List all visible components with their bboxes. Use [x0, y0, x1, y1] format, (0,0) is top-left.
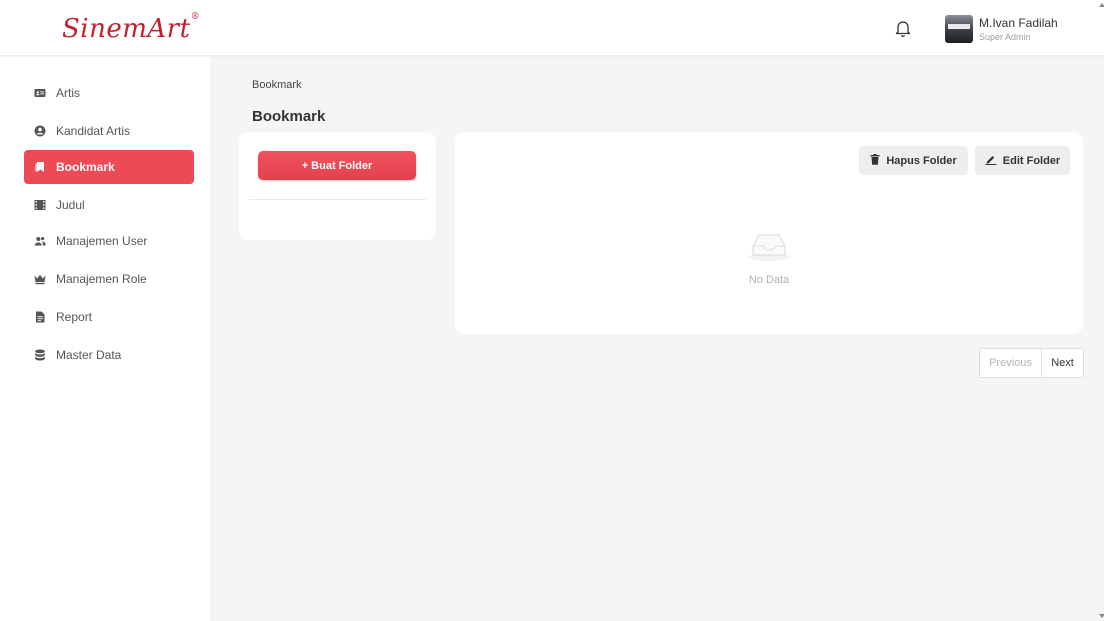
breadcrumb[interactable]: Bookmark [252, 79, 302, 91]
sidebar-item-bookmark[interactable]: Bookmark [24, 150, 194, 184]
scroll-up-arrow-icon[interactable] [1099, 3, 1104, 7]
sidebar-item-judul[interactable]: Judul [24, 188, 194, 222]
pagination: Previous Next [979, 348, 1084, 378]
previous-page-button[interactable]: Previous [980, 349, 1042, 377]
user-name: M.Ivan Fadilah [979, 16, 1058, 30]
sidebar-item-report[interactable]: Report [24, 300, 194, 334]
brand-logo-text: SinemArt [62, 14, 191, 44]
delete-folder-button[interactable]: Hapus Folder [859, 146, 968, 175]
edit-folder-label: Edit Folder [1002, 154, 1061, 167]
create-folder-button[interactable]: + Buat Folder [258, 151, 416, 180]
id-card-icon [34, 87, 46, 99]
sidebar-item-artis[interactable]: Artis [24, 76, 194, 110]
crown-icon [34, 273, 46, 285]
sidebar-item-kandidat-artis[interactable]: Kandidat Artis [24, 114, 194, 148]
bell-icon[interactable] [893, 18, 913, 38]
bookmark-content-panel: Hapus Folder Edit Folder No Data [455, 132, 1083, 334]
file-icon [34, 311, 46, 323]
sidebar-item-label: Master Data [56, 348, 122, 362]
database-icon [34, 349, 46, 361]
sidebar-item-label: Judul [56, 198, 85, 212]
brand-registered-mark: ® [190, 12, 201, 22]
avatar-image-detail [948, 24, 970, 29]
sidebar-item-label: Manajemen User [56, 234, 148, 248]
pencil-icon [985, 154, 997, 168]
sidebar-item-label: Report [56, 310, 93, 324]
sidebar-item-manajemen-role[interactable]: Manajemen Role [24, 262, 194, 296]
sidebar-item-manajemen-user[interactable]: Manajemen User [24, 224, 194, 258]
sidebar: Artis Kandidat Artis Bookmark Judul Mana… [0, 57, 210, 621]
sidebar-item-label: Bookmark [56, 160, 115, 174]
sidebar-item-label: Kandidat Artis [56, 124, 131, 138]
user-circle-icon [34, 125, 46, 137]
brand-logo[interactable]: SinemArt® [62, 12, 201, 44]
sidebar-item-master-data[interactable]: Master Data [24, 338, 194, 372]
next-page-button[interactable]: Next [1042, 349, 1083, 377]
scroll-down-arrow-icon[interactable] [1099, 614, 1104, 618]
users-icon [34, 235, 46, 247]
page-scrollbar[interactable] [1098, 0, 1104, 621]
empty-inbox-icon [744, 224, 794, 264]
user-role: Super Admin [979, 32, 1031, 42]
page-title: Bookmark [252, 108, 326, 125]
folder-list-panel: + Buat Folder [239, 132, 436, 240]
trash-icon [870, 153, 880, 168]
sidebar-item-label: Manajemen Role [56, 272, 147, 286]
bookmark-icon [34, 161, 46, 173]
sidebar-item-label: Artis [56, 86, 80, 100]
empty-state-text: No Data [748, 274, 790, 286]
top-header: SinemArt® M.Ivan Fadilah Super Admin [0, 0, 1104, 56]
edit-folder-button[interactable]: Edit Folder [975, 146, 1070, 175]
film-icon [34, 199, 46, 211]
folder-list-divider [249, 199, 426, 200]
avatar[interactable] [945, 15, 973, 43]
delete-folder-label: Hapus Folder [886, 154, 957, 167]
